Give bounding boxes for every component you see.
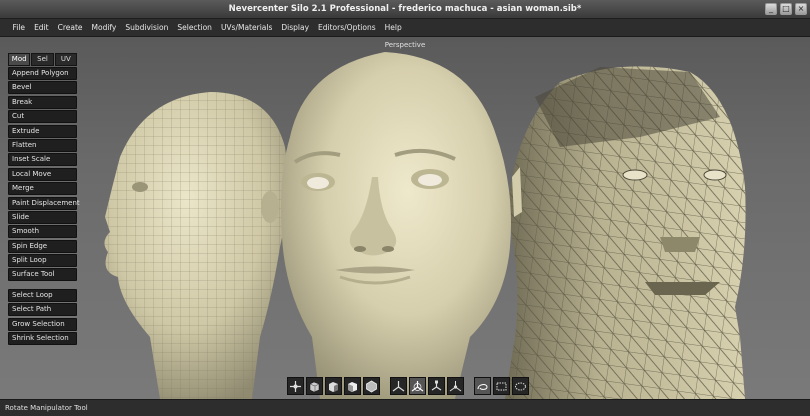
menu-help[interactable]: Help [380,19,406,37]
mode-tabs: Mod Sel UV [8,53,77,66]
shrink-selection-button[interactable]: Shrink Selection [8,332,77,346]
move-manipulator-icon [290,380,301,392]
axis-universal-button[interactable] [447,377,464,395]
maximize-button[interactable]: □ [780,3,792,15]
close-button[interactable]: × [795,3,807,15]
menu-file[interactable]: File [8,19,30,37]
move-manipulator-button[interactable] [287,377,304,395]
window-controls: _ □ × [765,3,807,15]
rotate-cube-button[interactable] [306,377,323,395]
window-title: Nevercenter Silo 2.1 Professional - fred… [228,4,582,14]
tab-uv[interactable]: UV [54,53,77,66]
paint-displacement-button[interactable]: Paint Displacement [8,196,80,210]
paint-select-button[interactable] [512,377,529,395]
menu-create[interactable]: Create [53,19,87,37]
menu-bar: File Edit Create Modify Subdivision Sele… [0,19,810,37]
lasso-select-button[interactable] [474,377,491,395]
surface-tool-button[interactable]: Surface Tool [8,268,77,282]
lowpoly-head-model[interactable] [505,66,746,399]
axis-rotate-button[interactable] [409,377,426,395]
menu-uvs-materials[interactable]: UVs/Materials [216,19,276,37]
flatten-button[interactable]: Flatten [8,138,77,152]
tab-sel[interactable]: Sel [31,53,54,66]
scale-cube-button[interactable] [325,377,342,395]
sculpted-head-model[interactable] [281,52,511,399]
menu-selection[interactable]: Selection [173,19,217,37]
select-path-button[interactable]: Select Path [8,303,77,317]
axis-move-icon [392,380,405,391]
spin-edge-button[interactable]: Spin Edge [8,239,77,253]
status-bar: Rotate Manipulator Tool [0,399,810,416]
menu-subdivision[interactable]: Subdivision [121,19,173,37]
manipulator-toolbar [287,376,529,396]
merge-button[interactable]: Merge [8,182,77,196]
cube-outline-button[interactable] [363,377,380,395]
local-move-button[interactable]: Local Move [8,167,77,181]
grow-selection-button[interactable]: Grow Selection [8,317,77,331]
extrude-button[interactable]: Extrude [8,124,77,138]
profile-head-model[interactable] [104,92,288,399]
inset-scale-button[interactable]: Inset Scale [8,153,77,167]
cut-button[interactable]: Cut [8,110,77,124]
axis-scale-icon [431,380,442,390]
select-loop-button[interactable]: Select Loop [8,288,77,302]
viewport-scene [104,52,746,399]
universal-cube-button[interactable] [344,377,361,395]
rotate-cube-icon [309,381,320,392]
paint-select-icon [515,382,526,390]
axis-move-button[interactable] [390,377,407,395]
menu-display[interactable]: Display [277,19,314,37]
smooth-button[interactable]: Smooth [8,225,77,239]
cube-outline-icon [366,380,377,392]
tab-mod[interactable]: Mod [8,53,31,66]
universal-cube-icon [348,381,357,392]
tool-gap [8,283,77,289]
tool-panel: Mod Sel UV Append Polygon Bevel Break Cu… [8,53,80,346]
axis-universal-icon [449,380,462,391]
axis-scale-button[interactable] [428,377,445,395]
menu-edit[interactable]: Edit [30,19,54,37]
title-bar: Nevercenter Silo 2.1 Professional - fred… [0,0,810,19]
scale-cube-icon [329,381,338,392]
perspective-viewport[interactable]: Perspective Mod Sel UV Append Polygon Be… [0,37,810,399]
rect-select-icon [496,382,507,390]
menu-editors-options[interactable]: Editors/Options [314,19,381,37]
slide-button[interactable]: Slide [8,210,77,224]
axis-rotate-icon [411,380,424,391]
bevel-button[interactable]: Bevel [8,81,77,95]
rect-select-button[interactable] [493,377,510,395]
split-loop-button[interactable]: Split Loop [8,254,77,268]
status-text: Rotate Manipulator Tool [5,404,88,412]
break-button[interactable]: Break [8,95,77,109]
append-polygon-button[interactable]: Append Polygon [8,67,77,80]
menu-modify[interactable]: Modify [87,19,121,37]
lasso-select-icon [477,383,488,390]
minimize-button[interactable]: _ [765,3,777,15]
